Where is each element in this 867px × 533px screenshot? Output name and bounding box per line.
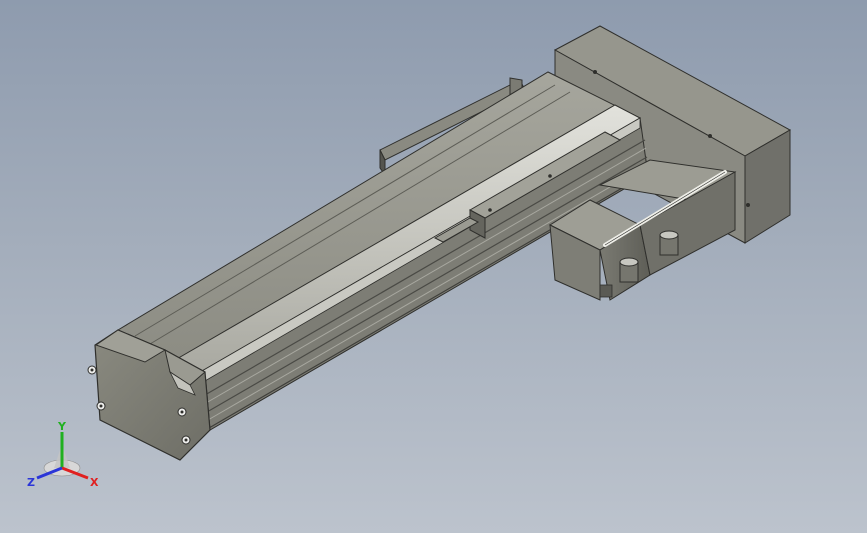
z-axis-label: Z xyxy=(27,476,35,489)
x-axis-label: X xyxy=(90,476,99,489)
y-axis-label: Y xyxy=(57,420,67,433)
linear-actuator-model[interactable] xyxy=(0,0,867,533)
cad-viewport[interactable]: Y X Z xyxy=(0,0,867,533)
orientation-triad[interactable]: Y X Z xyxy=(25,418,105,493)
